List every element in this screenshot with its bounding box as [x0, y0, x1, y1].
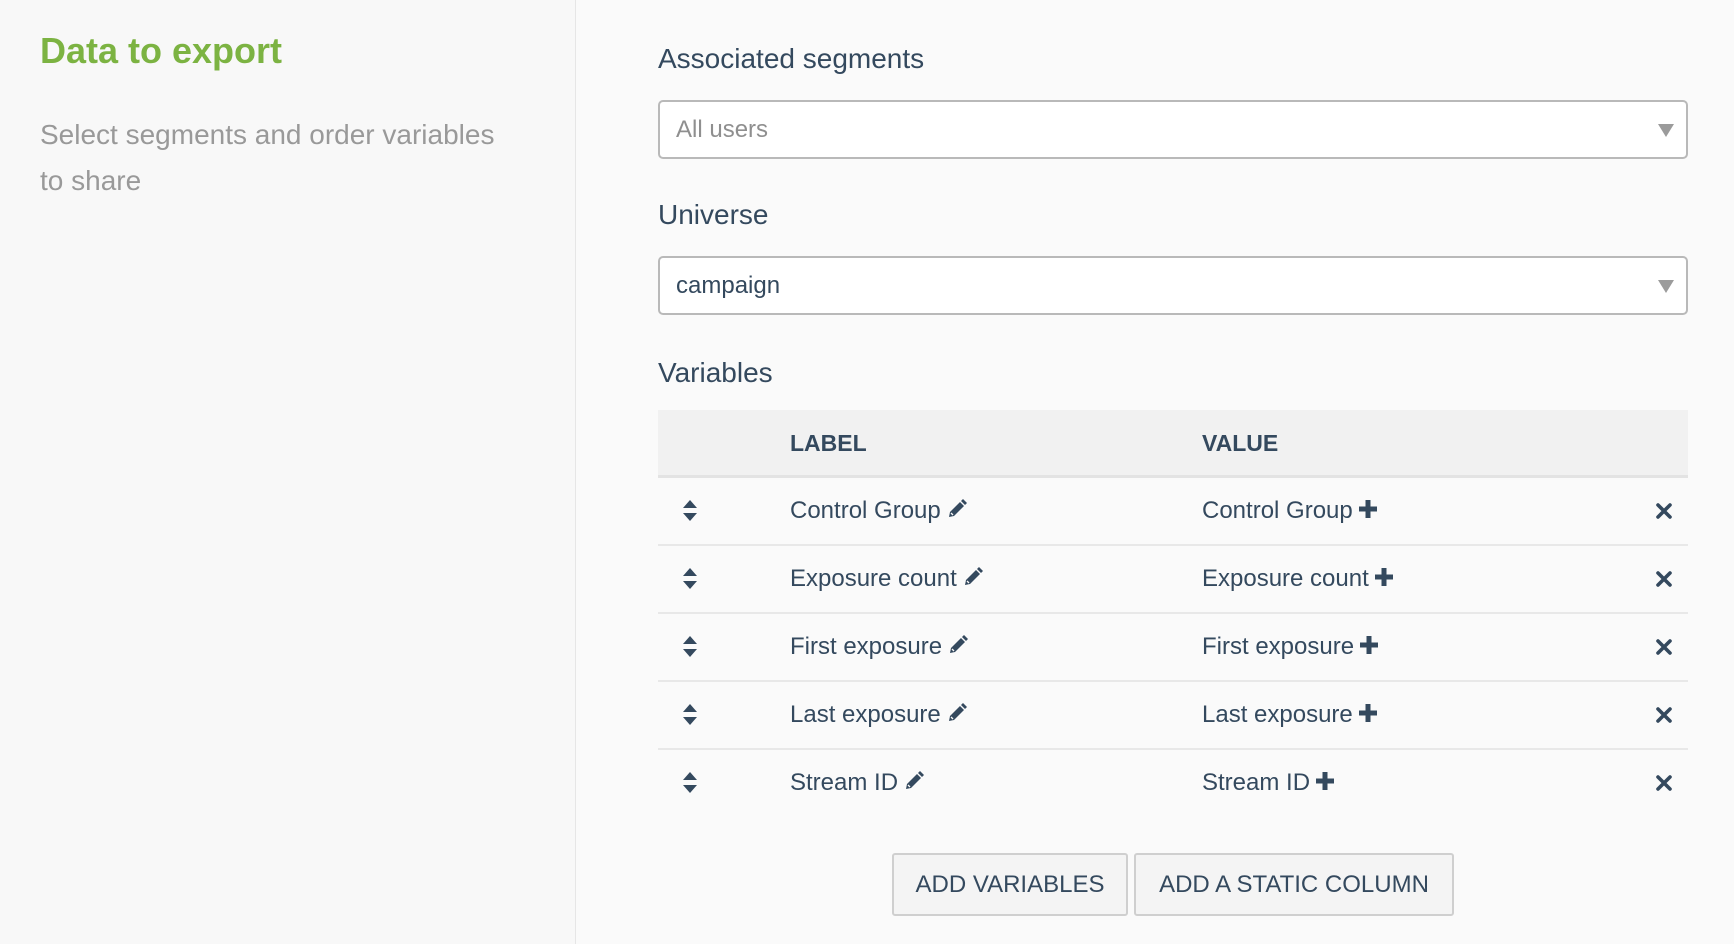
caret-down-icon — [1658, 124, 1674, 137]
close-icon[interactable] — [1656, 775, 1672, 791]
sort-icon[interactable] — [682, 636, 698, 658]
pencil-icon[interactable] — [904, 771, 925, 791]
row-value: First exposure — [1202, 614, 1379, 680]
section-description: Select segments and order variables to s… — [40, 119, 495, 196]
row-label: Control Group — [790, 478, 967, 544]
row-label: Last exposure — [790, 682, 967, 748]
variables-table: LABEL VALUE Control Group Control Group … — [658, 410, 1688, 818]
close-icon[interactable] — [1656, 639, 1672, 655]
sort-icon[interactable] — [682, 500, 698, 522]
table-header: LABEL VALUE — [658, 410, 1688, 478]
universe-select[interactable]: campaign — [658, 256, 1688, 315]
row-label-text: Stream ID — [790, 769, 899, 796]
segments-select[interactable]: All users — [658, 100, 1688, 159]
table-row: Control Group Control Group — [658, 478, 1688, 546]
plus-icon[interactable] — [1374, 568, 1393, 587]
row-value: Exposure count — [1202, 546, 1393, 612]
export-form: Associated segments All users Universe c… — [577, 0, 1734, 944]
column-header-value: VALUE — [1202, 430, 1279, 456]
row-value-text: Control Group — [1202, 497, 1353, 524]
row-value: Stream ID — [1202, 750, 1335, 816]
close-icon[interactable] — [1656, 707, 1672, 723]
row-value: Last exposure — [1202, 682, 1377, 748]
row-value-text: Stream ID — [1202, 769, 1311, 796]
row-label: First exposure — [790, 614, 969, 680]
table-row: Stream ID Stream ID — [658, 750, 1688, 818]
universe-select-value: campaign — [676, 272, 781, 299]
plus-icon[interactable] — [1358, 704, 1377, 723]
section-title: Data to export — [40, 30, 283, 71]
sort-icon[interactable] — [682, 704, 698, 726]
variables-title: Variables — [658, 357, 773, 388]
table-row: First exposure First exposure — [658, 614, 1688, 682]
caret-down-icon — [1658, 280, 1674, 293]
universe-label: Universe — [658, 199, 769, 230]
export-sidebar: Data to export Select segments and order… — [0, 0, 576, 944]
plus-icon[interactable] — [1358, 500, 1377, 519]
row-label: Exposure count — [790, 546, 983, 612]
table-row: Exposure count Exposure count — [658, 546, 1688, 614]
row-value-text: Last exposure — [1202, 701, 1353, 728]
add-variables-button[interactable]: ADD VARIABLES — [892, 853, 1128, 916]
plus-icon[interactable] — [1316, 772, 1335, 791]
close-icon[interactable] — [1656, 503, 1672, 519]
row-value-text: Exposure count — [1202, 565, 1369, 592]
plus-icon[interactable] — [1360, 636, 1379, 655]
pencil-icon[interactable] — [948, 635, 969, 655]
table-row: Last exposure Last exposure — [658, 682, 1688, 750]
row-value: Control Group — [1202, 478, 1377, 544]
add-static-column-button[interactable]: ADD A STATIC COLUMN — [1134, 853, 1454, 916]
column-header-label: LABEL — [790, 430, 867, 456]
segments-label: Associated segments — [658, 43, 925, 74]
close-icon[interactable] — [1656, 571, 1672, 587]
pencil-icon[interactable] — [963, 567, 983, 587]
row-label-text: Exposure count — [790, 565, 957, 592]
segments-select-value: All users — [676, 116, 769, 143]
sort-icon[interactable] — [682, 568, 698, 590]
row-label: Stream ID — [790, 750, 925, 816]
sort-icon[interactable] — [682, 772, 698, 794]
row-label-text: First exposure — [790, 633, 943, 660]
row-value-text: First exposure — [1202, 633, 1355, 660]
row-label-text: Last exposure — [790, 701, 941, 728]
row-label-text: Control Group — [790, 497, 941, 524]
pencil-icon[interactable] — [947, 703, 967, 723]
pencil-icon[interactable] — [947, 499, 967, 519]
